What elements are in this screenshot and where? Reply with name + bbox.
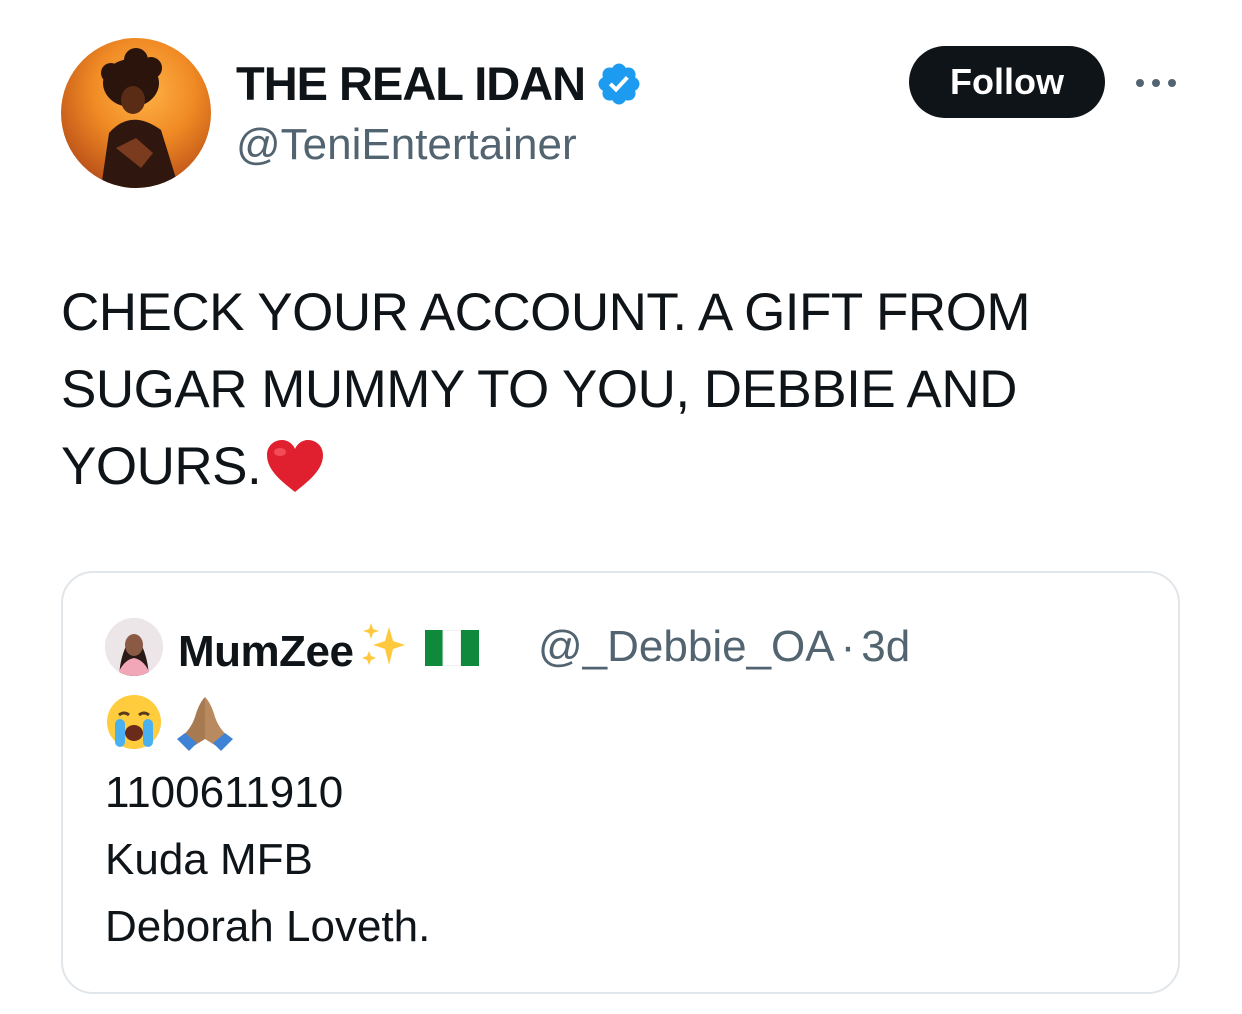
quoted-tweet-line: 1100611910 xyxy=(105,768,344,817)
author-display-name-row[interactable]: THE REAL IDAN xyxy=(236,56,643,111)
quoted-tweet-line: Deborah Loveth. xyxy=(105,902,431,951)
quoted-tweet-age[interactable]: 3d xyxy=(861,622,910,671)
nigeria-flag-icon xyxy=(425,627,480,677)
quoted-author-handle[interactable]: @_Debbie_OA xyxy=(538,622,835,671)
loudly-crying-face-emoji-icon xyxy=(105,693,163,756)
verified-badge-icon xyxy=(595,60,643,108)
tweet-text-line: YOURS. xyxy=(61,428,1181,515)
author-avatar[interactable] xyxy=(61,38,211,188)
author-display-name[interactable]: THE REAL IDAN xyxy=(236,56,586,111)
author-handle[interactable]: @TeniEntertainer xyxy=(236,120,577,170)
tweet-text-line-content: YOURS. xyxy=(61,437,262,496)
quoted-author-avatar[interactable] xyxy=(105,618,163,676)
quoted-tweet-meta: @_Debbie_OA · 3d xyxy=(538,622,910,672)
tweet-text-line: CHECK YOUR ACCOUNT. A GIFT FROM xyxy=(61,283,1031,342)
red-heart-emoji-icon xyxy=(265,438,325,515)
quoted-tweet-emoji-row xyxy=(105,693,237,756)
tweet-text-line-content: SUGAR MUMMY TO YOU, DEBBIE AND xyxy=(61,360,1017,419)
more-options-icon[interactable] xyxy=(1131,58,1181,108)
folded-hands-emoji-icon xyxy=(173,693,237,756)
follow-button[interactable]: Follow xyxy=(909,46,1105,118)
tweet-text-line: SUGAR MUMMY TO YOU, DEBBIE AND xyxy=(61,351,1181,428)
meta-separator: · xyxy=(840,622,856,671)
quoted-tweet-line: Kuda MFB xyxy=(105,835,313,884)
tweet-text: CHECK YOUR ACCOUNT. A GIFT FROM SUGAR MU… xyxy=(61,274,1181,515)
quoted-tweet-card[interactable]: MumZee @_Debbie_OA · 3d 1100611910 Kuda … xyxy=(61,571,1180,994)
quoted-author-display-name[interactable]: MumZee xyxy=(178,627,354,677)
sparkles-emoji-icon xyxy=(359,621,409,682)
quoted-author-name-row[interactable]: MumZee xyxy=(178,621,480,682)
